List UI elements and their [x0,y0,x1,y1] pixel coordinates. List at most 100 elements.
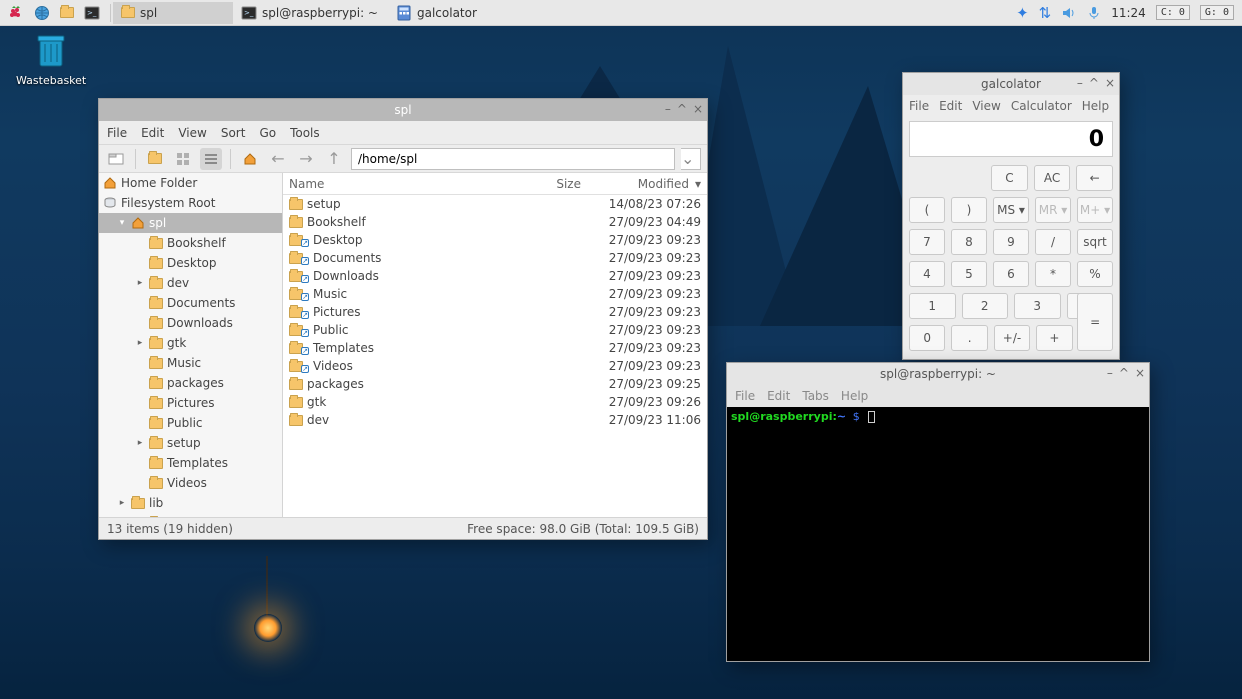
calculator-titlebar[interactable]: galcolator – ^ × [903,73,1119,95]
menu-view[interactable]: View [972,99,1000,113]
file-row[interactable]: ↗Downloads27/09/23 09:23 [283,267,707,285]
tree-item[interactable]: packages [99,373,282,393]
key-paren-open[interactable]: ( [909,197,945,223]
close-button[interactable]: × [1105,76,1115,90]
new-tab-button[interactable] [105,148,127,170]
key-5[interactable]: 5 [951,261,987,287]
menu-help[interactable]: Help [841,389,868,403]
maximize-button[interactable]: ^ [677,102,687,116]
key-equals[interactable]: = [1077,293,1113,351]
file-row[interactable]: ↗Music27/09/23 09:23 [283,285,707,303]
view-icons-button[interactable] [144,148,166,170]
file-row[interactable]: packages27/09/23 09:25 [283,375,707,393]
cpu-monitor[interactable]: C: 0 [1156,5,1190,20]
key-1[interactable]: 1 [909,293,956,319]
tree-item[interactable]: Desktop [99,253,282,273]
menu-view[interactable]: View [178,126,206,140]
file-row[interactable]: setup14/08/23 07:26 [283,195,707,213]
menu-go[interactable]: Go [259,126,276,140]
tree-item[interactable]: ▸lib [99,493,282,513]
tree-item[interactable]: Pictures [99,393,282,413]
file-row[interactable]: Bookshelf27/09/23 04:49 [283,213,707,231]
file-row[interactable]: ↗Documents27/09/23 09:23 [283,249,707,267]
web-browser-icon[interactable] [30,2,54,24]
menu-file[interactable]: File [909,99,929,113]
close-button[interactable]: × [693,102,703,116]
tree-item[interactable]: ▾spl [99,213,282,233]
microphone-icon[interactable] [1087,6,1101,20]
view-list-button[interactable] [200,148,222,170]
menu-calculator[interactable]: Calculator [1011,99,1072,113]
key-2[interactable]: 2 [962,293,1009,319]
maximize-button[interactable]: ^ [1119,366,1129,380]
key-4[interactable]: 4 [909,261,945,287]
menu-sort[interactable]: Sort [221,126,246,140]
menu-edit[interactable]: Edit [141,126,164,140]
key-paren-close[interactable]: ) [951,197,987,223]
path-history-button[interactable]: ⌄ [681,148,701,170]
key-0[interactable]: 0 [909,325,945,351]
file-manager-titlebar[interactable]: spl – ^ × [99,99,707,121]
tree-item[interactable]: Downloads [99,313,282,333]
key-8[interactable]: 8 [951,229,987,255]
key-sqrt[interactable]: sqrt [1077,229,1113,255]
task-file-manager[interactable]: spl [113,2,233,24]
terminal-body[interactable]: spl@raspberrypi:~ $ [727,407,1149,661]
file-manager-icon[interactable] [56,2,78,24]
menu-tabs[interactable]: Tabs [802,389,829,403]
task-calculator[interactable]: galcolator [388,2,508,24]
key-allclear[interactable]: AC [1034,165,1071,191]
tree-item[interactable]: ▸dev [99,273,282,293]
nav-back-button[interactable]: ← [267,148,289,170]
volume-icon[interactable] [1061,5,1077,21]
terminal-titlebar[interactable]: spl@raspberrypi: ~ – ^ × [727,363,1149,385]
view-compact-button[interactable] [172,148,194,170]
key-3[interactable]: 3 [1014,293,1061,319]
key-clear[interactable]: C [991,165,1028,191]
terminal-icon[interactable]: >_ [80,2,104,24]
key-6[interactable]: 6 [993,261,1029,287]
file-row[interactable]: ↗Desktop27/09/23 09:23 [283,231,707,249]
key-9[interactable]: 9 [993,229,1029,255]
col-modified[interactable]: Modified▾ [581,177,701,191]
tree-item[interactable]: ▸gtk [99,333,282,353]
key-7[interactable]: 7 [909,229,945,255]
nav-up-button[interactable]: ↑ [323,148,345,170]
close-button[interactable]: × [1135,366,1145,380]
menu-edit[interactable]: Edit [767,389,790,403]
file-row[interactable]: ↗Templates27/09/23 09:23 [283,339,707,357]
key-mr[interactable]: MR ▾ [1035,197,1071,223]
nav-forward-button[interactable]: → [295,148,317,170]
maximize-button[interactable]: ^ [1089,76,1099,90]
tree-item[interactable]: Music [99,353,282,373]
menu-edit[interactable]: Edit [939,99,962,113]
key-mod[interactable]: % [1077,261,1113,287]
gpu-monitor[interactable]: G: 0 [1200,5,1234,20]
task-terminal[interactable]: >_ spl@raspberrypi: ~ [233,2,388,24]
tree-item[interactable]: Bookshelf [99,233,282,253]
key-dot[interactable]: . [951,325,987,351]
tree-item[interactable]: Public [99,413,282,433]
network-icon[interactable]: ⇅ [1039,4,1052,22]
minimize-button[interactable]: – [665,102,671,116]
path-input[interactable] [351,148,675,170]
file-row[interactable]: ↗Pictures27/09/23 09:23 [283,303,707,321]
key-div[interactable]: / [1035,229,1071,255]
key-add[interactable]: + [1036,325,1072,351]
tree-item[interactable]: Documents [99,293,282,313]
col-size[interactable]: Size [521,177,581,191]
file-row[interactable]: gtk27/09/23 09:26 [283,393,707,411]
minimize-button[interactable]: – [1107,366,1113,380]
file-row[interactable]: dev27/09/23 11:06 [283,411,707,429]
key-mplus[interactable]: M+ ▾ [1077,197,1113,223]
tree-item[interactable]: Templates [99,453,282,473]
key-backspace[interactable]: ← [1076,165,1113,191]
clock[interactable]: 11:24 [1111,6,1146,20]
tree-item[interactable]: ▸setup [99,433,282,453]
key-sign[interactable]: +/- [994,325,1030,351]
key-mul[interactable]: * [1035,261,1071,287]
menu-tools[interactable]: Tools [290,126,320,140]
menu-help[interactable]: Help [1082,99,1109,113]
key-ms[interactable]: MS ▾ [993,197,1029,223]
col-name[interactable]: Name [289,177,521,191]
